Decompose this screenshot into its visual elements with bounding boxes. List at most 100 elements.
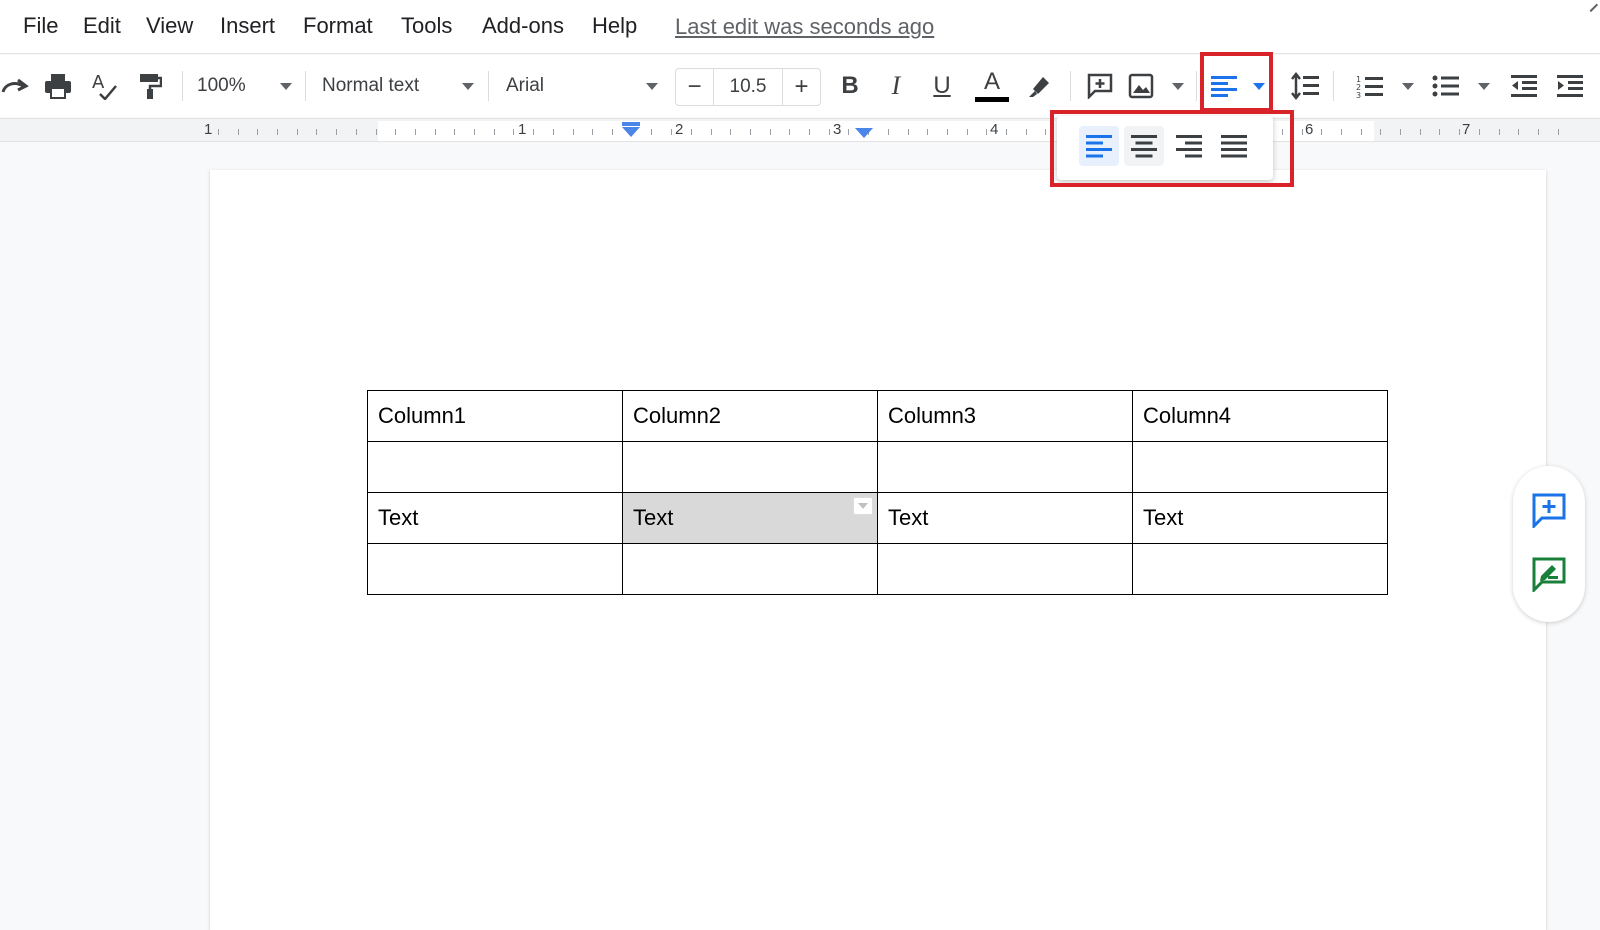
collapse-chevron-icon[interactable] (1583, 0, 1599, 13)
chevron-down-icon (646, 82, 658, 90)
add-comment-button[interactable] (1082, 67, 1118, 105)
ruler-tick (1558, 129, 1559, 135)
ruler-tick (533, 129, 534, 135)
chevron-down-icon (1402, 82, 1414, 90)
align-menu-button[interactable] (1210, 67, 1265, 105)
ruler-tick (908, 129, 909, 135)
ruler-tick (1479, 129, 1480, 135)
chevron-down-icon (1253, 82, 1265, 90)
ruler-tick (573, 129, 574, 135)
ruler[interactable]: 1 1 2 3 4 6 7 (0, 118, 1600, 142)
align-left-icon (1211, 76, 1237, 97)
zoom-select[interactable]: 100% (197, 67, 292, 105)
ruler-number: 6 (1305, 121, 1314, 138)
table-cell[interactable] (877, 441, 1133, 493)
ruler-tick (553, 129, 554, 135)
ruler-tick (1499, 129, 1500, 135)
document-page[interactable]: Column1 Column2 Column3 Column4 Text Text Text… (210, 170, 1546, 930)
highlight-button[interactable] (1020, 67, 1060, 105)
ruler-tick (415, 129, 416, 135)
menu-help[interactable]: Help (592, 13, 637, 39)
ruler-tick (435, 129, 436, 135)
menu-insert[interactable]: Insert (220, 13, 275, 39)
first-line-indent-marker[interactable] (622, 122, 640, 126)
table-cell[interactable]: Text (367, 492, 623, 544)
table-cell[interactable] (367, 441, 623, 493)
justify-option[interactable] (1214, 126, 1254, 166)
ruler-tick (1439, 129, 1440, 135)
ruler-tick (1341, 129, 1342, 135)
underline-icon: U (933, 72, 951, 99)
ruler-tick (474, 129, 475, 135)
ruler-tick (513, 129, 514, 135)
redo-button[interactable] (0, 67, 30, 105)
print-icon (45, 74, 71, 99)
table-cell[interactable] (1132, 543, 1388, 595)
font-select[interactable]: Arial (506, 67, 658, 105)
numbered-list-button[interactable]: 123 (1356, 67, 1414, 105)
ruler-tick (1538, 129, 1539, 135)
print-button[interactable] (40, 67, 76, 105)
insert-image-button[interactable] (1128, 67, 1184, 105)
side-add-comment-button[interactable] (1529, 490, 1569, 530)
line-spacing-button[interactable] (1287, 67, 1323, 105)
ruler-tick (848, 129, 849, 135)
zoom-value: 100% (197, 75, 246, 96)
menu-add-ons[interactable]: Add-ons (482, 13, 564, 39)
table-cell[interactable]: Text (622, 492, 878, 544)
font-value: Arial (506, 75, 545, 96)
table-cell[interactable] (877, 543, 1133, 595)
last-edit-link[interactable]: Last edit was seconds ago (675, 14, 934, 40)
add-comment-icon (1532, 493, 1566, 528)
bold-button[interactable]: B (832, 67, 868, 105)
bold-icon: B (841, 72, 859, 99)
table-cell[interactable] (622, 441, 878, 493)
align-right-option[interactable] (1169, 126, 1209, 166)
ruler-number: 7 (1462, 121, 1471, 138)
justify-icon (1221, 135, 1247, 158)
side-suggest-edit-button[interactable] (1529, 554, 1569, 594)
side-action-panel (1513, 466, 1585, 622)
menu-edit[interactable]: Edit (83, 13, 121, 39)
left-indent-marker[interactable] (622, 127, 640, 137)
menu-tools[interactable]: Tools (401, 13, 452, 39)
menu-file[interactable]: File (23, 13, 58, 39)
text-color-button[interactable]: A (972, 67, 1012, 105)
menu-view[interactable]: View (146, 13, 193, 39)
table-cell[interactable] (367, 543, 623, 595)
decrease-indent-button[interactable] (1506, 67, 1542, 105)
style-select[interactable]: Normal text (322, 67, 474, 105)
table-cell[interactable]: Column1 (367, 390, 623, 442)
menu-format[interactable]: Format (303, 13, 373, 39)
bulleted-list-button[interactable] (1432, 67, 1490, 105)
table-cell[interactable]: Column2 (622, 390, 878, 442)
align-left-icon (1086, 135, 1112, 158)
underline-button[interactable]: U (924, 67, 960, 105)
table-cell[interactable]: Column3 (877, 390, 1133, 442)
ruler-tick (691, 129, 692, 135)
toolbar-separator (1196, 71, 1197, 101)
svg-text:3: 3 (1356, 91, 1361, 99)
font-size-input[interactable]: 10.5 (714, 69, 782, 105)
table-cell[interactable]: Text (1132, 492, 1388, 544)
table-cell[interactable]: Column4 (1132, 390, 1388, 442)
increase-indent-button[interactable] (1552, 67, 1588, 105)
right-indent-marker[interactable] (855, 128, 873, 138)
spellcheck-button[interactable]: A (86, 67, 122, 105)
table-cell[interactable] (622, 543, 878, 595)
italic-icon: I (891, 71, 901, 100)
spellcheck-icon: A (92, 72, 117, 100)
menu-bar: File Edit View Insert Format Tools Add-o… (0, 0, 1600, 54)
italic-button[interactable]: I (878, 67, 914, 105)
increase-font-size-button[interactable]: + (782, 69, 820, 105)
table-cell[interactable] (1132, 441, 1388, 493)
decrease-font-size-button[interactable]: − (676, 69, 714, 105)
svg-text:A: A (92, 72, 105, 93)
cell-menu-chevron-icon[interactable] (853, 497, 873, 515)
align-center-option[interactable] (1124, 126, 1164, 166)
table-cell[interactable]: Text (877, 492, 1133, 544)
ruler-tick (494, 129, 495, 135)
align-left-option[interactable] (1079, 126, 1119, 166)
paint-format-button[interactable] (132, 67, 168, 105)
toolbar-separator (1333, 71, 1334, 101)
